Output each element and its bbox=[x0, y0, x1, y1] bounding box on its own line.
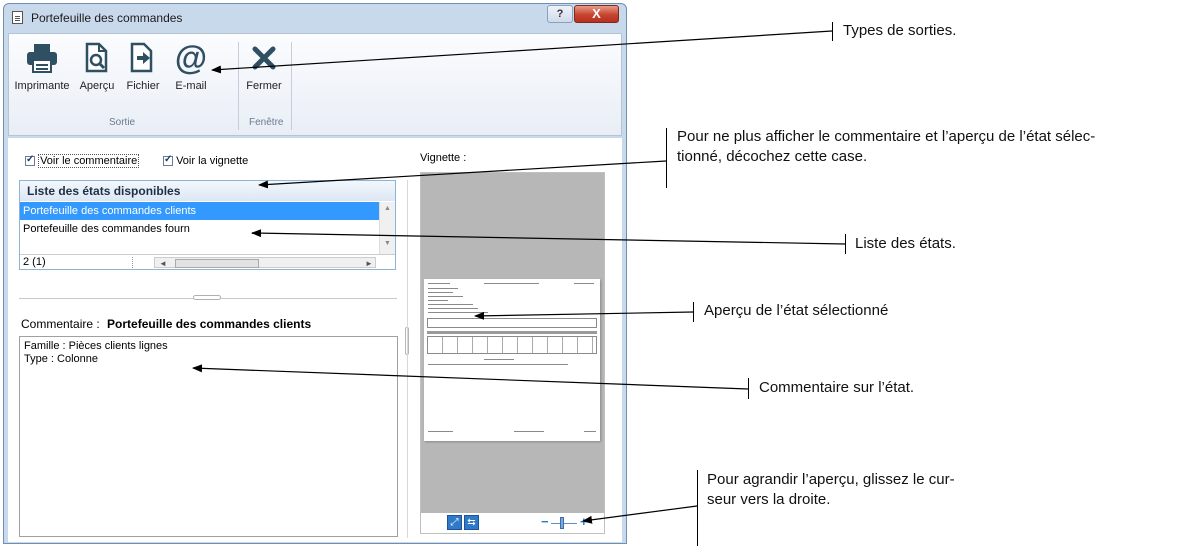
callout-comment: Commentaire sur l’état. bbox=[759, 379, 915, 396]
callout-bar bbox=[693, 302, 694, 322]
callout-checkbox-hint: Pour ne plus afficher le commentaire et … bbox=[677, 127, 1095, 167]
callout-bar bbox=[845, 234, 846, 254]
callout-selected-preview: Aperçu de l’état sélectionné bbox=[704, 302, 889, 319]
callout-bar bbox=[832, 22, 833, 41]
callout-checkbox-hint-line2: tionné, décochez cette case. bbox=[677, 148, 868, 165]
callout-zoom-hint-line2: seur vers la droite. bbox=[707, 491, 831, 508]
callout-bar bbox=[748, 378, 749, 399]
callout-report-list: Liste des états. bbox=[855, 235, 956, 252]
callout-zoom-hint: Pour agrandir l’aperçu, glissez le cur- … bbox=[707, 470, 955, 510]
callout-arrows bbox=[192, 30, 846, 524]
callout-output-types: Types de sorties. bbox=[843, 22, 957, 39]
callout-checkbox-hint-line1: Pour ne plus afficher le commentaire et … bbox=[677, 128, 1096, 145]
callout-bar bbox=[697, 470, 698, 546]
callout-zoom-hint-line1: Pour agrandir l’aperçu, glissez le cur- bbox=[707, 471, 955, 488]
callout-bar bbox=[666, 128, 667, 188]
